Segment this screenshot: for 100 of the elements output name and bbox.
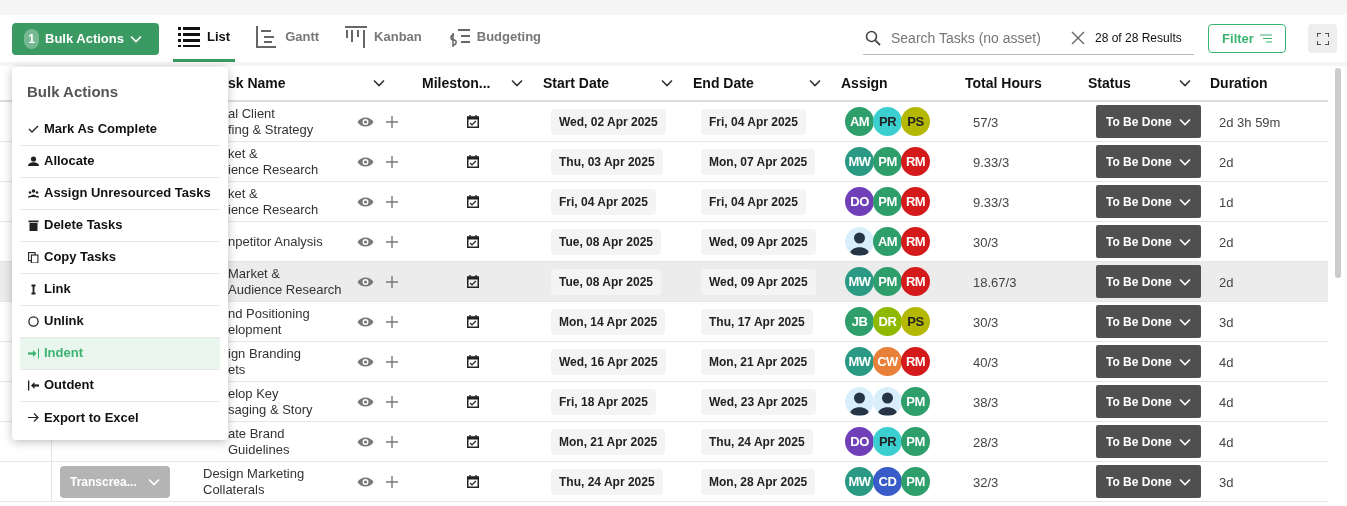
end-date-field[interactable]: Wed, 09 Apr 2025	[701, 268, 816, 295]
menu-item[interactable]: Unlink	[20, 305, 220, 338]
end-date-field[interactable]: Wed, 23 Apr 2025	[701, 388, 816, 415]
avatar[interactable]: DO	[845, 427, 874, 456]
dollar-list-icon	[447, 26, 470, 48]
calendar-check-icon	[467, 395, 479, 408]
duration: 3d	[1219, 474, 1234, 490]
status-dropdown[interactable]: To Be Done	[1096, 345, 1201, 378]
calendar-check-icon	[467, 435, 479, 448]
eye-icon	[357, 435, 374, 448]
view-tab[interactable]: Budgeting	[442, 15, 546, 62]
plus-icon	[386, 355, 398, 368]
menu-item[interactable]: Allocate	[20, 145, 220, 178]
end-date-field[interactable]: Thu, 17 Apr 2025	[701, 308, 813, 335]
status-dropdown[interactable]: To Be Done	[1096, 225, 1201, 258]
start-date-field[interactable]: Thu, 03 Apr 2025	[551, 148, 663, 175]
view-tab[interactable]: List	[173, 15, 236, 62]
avatar[interactable]: RM	[901, 187, 930, 216]
view-tab[interactable]: Gantt	[251, 15, 325, 62]
status-dropdown[interactable]: To Be Done	[1096, 465, 1201, 498]
end-date-field[interactable]: Mon, 07 Apr 2025	[701, 148, 816, 175]
chevron-down-icon	[1179, 79, 1191, 87]
start-date-field[interactable]: Thu, 24 Apr 2025	[551, 468, 663, 495]
end-date-field[interactable]: Thu, 24 Apr 2025	[701, 428, 813, 455]
avatar[interactable]: RM	[901, 147, 930, 176]
columns-icon	[345, 26, 368, 48]
end-date-field[interactable]: Fri, 04 Apr 2025	[701, 188, 806, 215]
search-field[interactable]: Search Tasks (no asset)	[891, 27, 1061, 49]
start-date-field[interactable]: Wed, 16 Apr 2025	[551, 348, 666, 375]
eye-icon	[357, 355, 374, 368]
avatar[interactable]: PR	[873, 427, 902, 456]
start-date-field[interactable]: Fri, 18 Apr 2025	[551, 388, 656, 415]
status-dropdown[interactable]: To Be Done	[1096, 425, 1201, 458]
status-dropdown[interactable]: To Be Done	[1096, 385, 1201, 418]
results-count: 28 of 28 Results	[1095, 30, 1182, 47]
menu-item[interactable]: Copy Tasks	[20, 241, 220, 274]
start-date-field[interactable]: Fri, 04 Apr 2025	[551, 188, 656, 215]
column-header[interactable]: Mileston...	[422, 72, 523, 94]
status-dropdown[interactable]: To Be Done	[1096, 305, 1201, 338]
scrollbar[interactable]	[1334, 68, 1341, 278]
total-hours: 9.33/3	[973, 194, 1010, 210]
avatar[interactable]: PS	[901, 107, 930, 136]
column-header[interactable]: Total Hours	[965, 72, 1042, 94]
eye-icon	[357, 115, 374, 128]
menu-item[interactable]: Outdent	[20, 369, 220, 402]
column-header[interactable]: Assign	[841, 72, 888, 94]
trash-icon	[28, 219, 39, 231]
fullscreen-button[interactable]	[1308, 24, 1337, 53]
view-tab[interactable]: Kanban	[340, 15, 427, 62]
start-date-field[interactable]: Wed, 02 Apr 2025	[551, 108, 666, 135]
table-row[interactable]: Transcrea... Design Marketing Collaterals Thu, 24 Apr 2025 Mon, 28 Apr 2025 MW CD PM 32/3 To Be Done 3d	[0, 462, 1328, 502]
calendar-check-icon	[467, 355, 479, 368]
chevron-down-icon	[1179, 397, 1191, 406]
start-date-field[interactable]: Mon, 21 Apr 2025	[551, 428, 666, 455]
eye-icon	[357, 315, 374, 328]
user-avatar-icon	[873, 387, 902, 416]
close-icon	[1071, 31, 1085, 45]
plus-icon	[386, 115, 398, 128]
duration: 4d	[1219, 434, 1234, 450]
avatar[interactable]: PS	[901, 307, 930, 336]
user-avatar-icon	[845, 227, 874, 256]
eye-icon	[357, 155, 374, 168]
chevron-down-icon	[1179, 197, 1191, 206]
bulk-actions-button[interactable]: 1 Bulk Actions	[12, 22, 159, 55]
task-name[interactable]: Design Marketing Collaterals	[203, 465, 305, 498]
chevron-down-icon	[809, 79, 821, 87]
menu-title: Bulk Actions	[26, 82, 120, 102]
start-date-field[interactable]: Tue, 08 Apr 2025	[551, 268, 662, 295]
chevron-down-icon	[1179, 277, 1191, 286]
end-date-field[interactable]: Mon, 28 Apr 2025	[701, 468, 816, 495]
status-dropdown[interactable]: To Be Done	[1096, 185, 1201, 218]
status-dropdown[interactable]: To Be Done	[1096, 265, 1201, 298]
avatar[interactable]: RM	[901, 347, 930, 376]
avatar[interactable]: PR	[873, 107, 902, 136]
column-header[interactable]: sk Name	[228, 72, 385, 94]
status-dropdown[interactable]: To Be Done	[1096, 145, 1201, 178]
column-header[interactable]: End Date	[693, 72, 821, 94]
menu-item[interactable]: Mark As Complete	[20, 113, 220, 146]
end-date-field[interactable]: Mon, 21 Apr 2025	[701, 348, 816, 375]
end-date-field[interactable]: Wed, 09 Apr 2025	[701, 228, 816, 255]
total-hours: 40/3	[973, 354, 999, 370]
column-header[interactable]: Status	[1088, 72, 1191, 94]
avatar[interactable]: RM	[901, 227, 930, 256]
chevron-down-icon	[1179, 357, 1191, 366]
avatar[interactable]: RM	[901, 267, 930, 296]
avatar[interactable]: DO	[845, 187, 874, 216]
status-dropdown[interactable]: To Be Done	[1096, 105, 1201, 138]
column-header[interactable]: Duration	[1210, 72, 1268, 94]
menu-item[interactable]: Delete Tasks	[20, 209, 220, 242]
menu-item[interactable]: Link	[20, 273, 220, 306]
calendar-check-icon	[467, 315, 479, 328]
menu-item[interactable]: Assign Unresourced Tasks	[20, 177, 220, 210]
start-date-field[interactable]: Tue, 08 Apr 2025	[551, 228, 662, 255]
avatar[interactable]: CD	[873, 467, 902, 496]
start-date-field[interactable]: Mon, 14 Apr 2025	[551, 308, 666, 335]
end-date-field[interactable]: Fri, 04 Apr 2025	[701, 108, 806, 135]
eye-icon	[357, 395, 374, 408]
column-header[interactable]: Start Date	[543, 72, 673, 94]
plus-icon	[386, 275, 398, 288]
chevron-down-icon	[1179, 477, 1191, 486]
